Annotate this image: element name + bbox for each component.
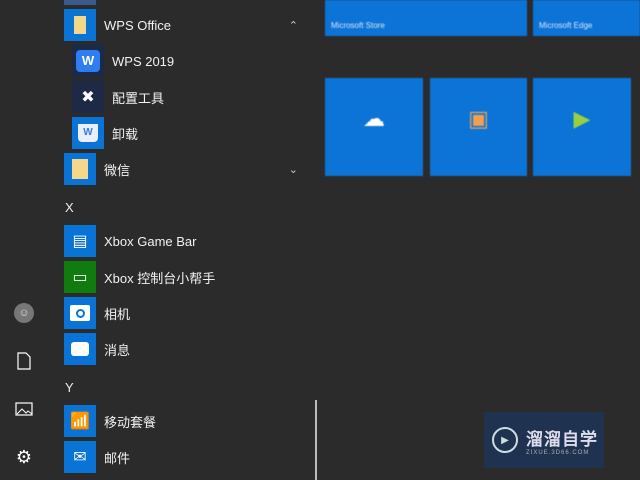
user-account-button[interactable]: ☺	[12, 301, 36, 325]
gear-icon: ⚙	[15, 446, 33, 467]
mail-icon: ✉	[64, 441, 96, 473]
pictures-button[interactable]	[12, 397, 36, 421]
documents-button[interactable]	[12, 349, 36, 373]
tile-microsoft-edge[interactable]: Microsoft Edge	[533, 0, 640, 36]
tile-video[interactable]: ▶	[533, 78, 631, 176]
xbox-game-bar-icon: ▤	[64, 225, 96, 257]
signal-plus-icon: 📶	[64, 405, 96, 437]
chevron-up-icon: ⌃	[288, 19, 298, 32]
app-xbox-game-bar[interactable]: ▤ Xbox Game Bar	[64, 225, 304, 257]
play-icon: ▶	[573, 106, 591, 132]
user-icon: ☺	[14, 303, 34, 323]
uninstall-icon: W	[72, 117, 104, 149]
watermark-logo: ▶ 溜溜自学 ZIXUE.3D66.COM	[484, 412, 604, 468]
chevron-down-icon: ⌄	[288, 163, 298, 176]
app-xbox-console-companion[interactable]: ▭ Xbox 控制台小帮手	[64, 261, 304, 293]
document-icon	[17, 352, 31, 370]
app-messaging[interactable]: 消息	[64, 333, 304, 365]
box-icon: ▣	[468, 106, 489, 132]
app-mobile-plans[interactable]: 📶 移动套餐	[64, 405, 304, 437]
wps-icon: W	[72, 45, 104, 77]
folder-wechat[interactable]: 微信 ⌄	[64, 153, 304, 185]
folder-icon	[64, 9, 96, 41]
wrench-icon: ✖	[72, 81, 104, 113]
folder-wps-office[interactable]: WPS Office ⌃	[64, 9, 304, 41]
app-mail[interactable]: ✉ 邮件	[64, 441, 304, 473]
section-header-x[interactable]: X	[65, 200, 74, 215]
start-rail: ☺ ⚙	[0, 0, 48, 480]
app-camera[interactable]: 相机	[64, 297, 304, 329]
scrollbar[interactable]	[315, 400, 317, 480]
camera-icon	[64, 297, 96, 329]
partial-app-item[interactable]	[64, 0, 304, 5]
settings-button[interactable]: ⚙	[12, 445, 36, 469]
play-icon: ▶	[492, 427, 518, 453]
tile-microsoft-store[interactable]: Microsoft Store	[325, 0, 527, 36]
tile-app-box[interactable]: ▣	[430, 78, 527, 176]
folder-icon	[64, 153, 96, 185]
app-uninstall[interactable]: W 卸载	[72, 117, 312, 149]
section-header-y[interactable]: Y	[65, 380, 74, 395]
app-wps-2019[interactable]: W WPS 2019	[72, 45, 312, 77]
xbox-console-icon: ▭	[64, 261, 96, 293]
message-icon	[64, 333, 96, 365]
picture-icon	[15, 402, 33, 416]
app-config-tool[interactable]: ✖ 配置工具	[72, 81, 312, 113]
tile-weather[interactable]: ☁	[325, 78, 423, 176]
weather-icon: ☁	[363, 106, 385, 132]
